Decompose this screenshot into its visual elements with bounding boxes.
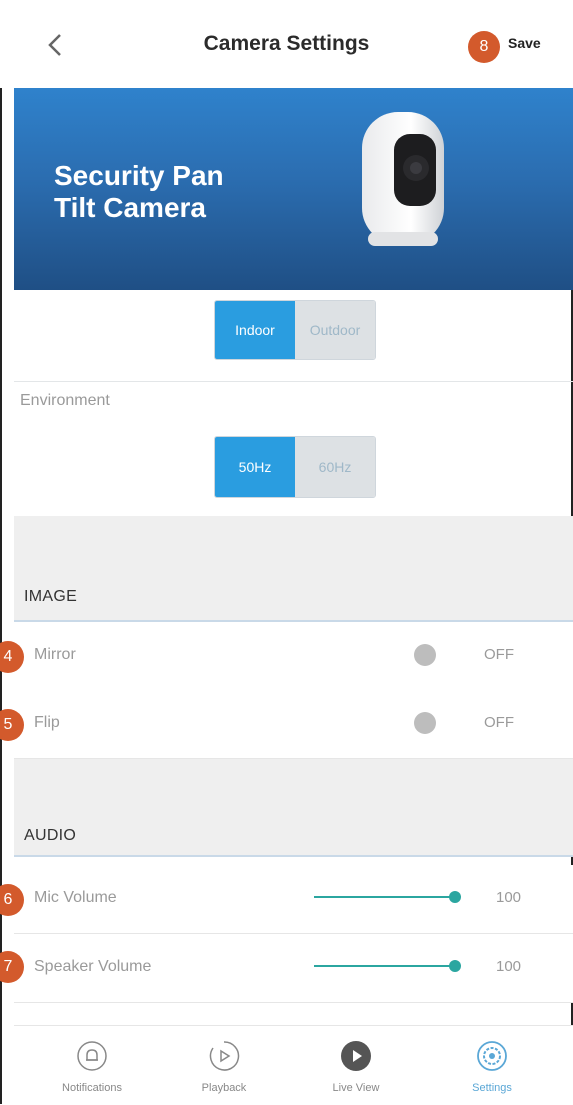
mirror-label: Mirror — [34, 646, 76, 663]
slider-thumb[interactable] — [449, 891, 461, 903]
camera-hero-banner: Security Pan Tilt Camera — [14, 88, 573, 290]
mic-volume-value: 100 — [496, 889, 522, 906]
slider-thumb[interactable] — [449, 960, 461, 972]
speaker-volume-row: Speaker Volume 100 — [14, 934, 573, 1003]
indoor-outdoor-toggle: Indoor Outdoor — [214, 300, 376, 360]
play-icon — [341, 1041, 371, 1071]
tab-label: Notifications — [62, 1082, 122, 1094]
frequency-toggle: 50Hz 60Hz — [214, 436, 376, 498]
frequency-60hz-option[interactable]: 60Hz — [295, 437, 375, 497]
camera-title-line-1: Security Pan — [54, 160, 224, 191]
flip-label: Flip — [34, 714, 60, 731]
image-section-header: IMAGE — [14, 576, 573, 622]
mirror-row: Mirror OFF — [14, 622, 573, 691]
frequency-50hz-option[interactable]: 50Hz — [215, 437, 295, 497]
indoor-option[interactable]: Indoor — [215, 301, 295, 359]
tab-notifications[interactable]: Notifications — [32, 1026, 152, 1105]
audio-section-header: AUDIO — [14, 811, 573, 857]
camera-title-line-2: Tilt Camera — [54, 192, 206, 223]
outdoor-option[interactable]: Outdoor — [295, 301, 375, 359]
header: Camera Settings 8 Save — [0, 0, 573, 88]
tab-settings[interactable]: Settings — [432, 1026, 552, 1105]
flip-toggle[interactable] — [414, 712, 436, 734]
camera-model-title: Security Pan Tilt Camera — [54, 160, 224, 224]
mirror-state: OFF — [484, 646, 514, 663]
playback-icon — [209, 1041, 240, 1071]
gear-icon — [477, 1041, 507, 1071]
tab-label: Settings — [472, 1082, 512, 1094]
tab-playback[interactable]: Playback — [164, 1026, 284, 1105]
bottom-tab-bar: Notifications Playback Live View Setting… — [14, 1025, 573, 1105]
mirror-toggle[interactable] — [414, 644, 436, 666]
audio-section-title: AUDIO — [24, 827, 77, 844]
speaker-volume-slider[interactable] — [314, 960, 461, 972]
speaker-volume-label: Speaker Volume — [34, 958, 152, 975]
mic-volume-row: Mic Volume 100 — [14, 865, 573, 934]
flip-row: Flip OFF — [14, 690, 573, 759]
annotation-badge-8: 8 — [468, 31, 500, 63]
section-spacer — [14, 759, 573, 811]
bell-icon — [77, 1041, 107, 1071]
section-spacer — [14, 516, 573, 576]
tab-live-view[interactable]: Live View — [296, 1026, 416, 1105]
image-section-title: IMAGE — [24, 588, 78, 605]
divider — [14, 381, 573, 382]
tab-label: Live View — [332, 1082, 380, 1094]
camera-image — [362, 112, 444, 246]
flip-state: OFF — [484, 714, 514, 731]
mic-volume-slider[interactable] — [314, 891, 461, 903]
environment-label: Environment — [20, 392, 110, 409]
mic-volume-label: Mic Volume — [34, 889, 117, 906]
save-button[interactable]: Save — [508, 35, 541, 51]
speaker-volume-value: 100 — [496, 958, 522, 975]
tab-label: Playback — [201, 1082, 247, 1094]
